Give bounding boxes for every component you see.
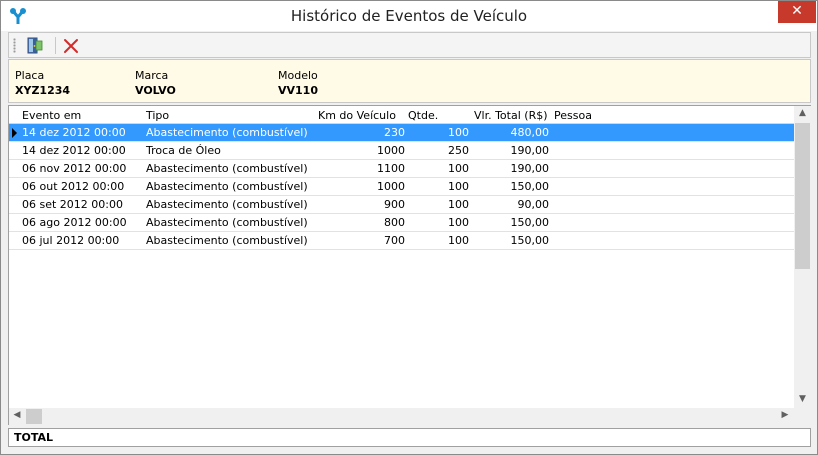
table-row[interactable]: 06 jul 2012 00:00 Abastecimento (combust…: [9, 232, 794, 250]
close-button[interactable]: ✕: [778, 1, 816, 23]
column-header-km[interactable]: Km do Veículo: [318, 109, 396, 122]
window-title: Histórico de Eventos de Veículo: [290, 7, 528, 25]
current-row-arrow-icon: [12, 128, 17, 138]
vertical-scrollbar[interactable]: ▲ ▼: [794, 106, 811, 408]
cell-km: 800: [384, 216, 405, 229]
plate-label: Placa: [15, 69, 45, 82]
scroll-right-arrow-icon[interactable]: ▶: [779, 410, 791, 420]
cell-km: 900: [384, 198, 405, 211]
toolbar-separator: [55, 37, 56, 54]
table-row[interactable]: 06 ago 2012 00:00 Abastecimento (combust…: [9, 214, 794, 232]
cell-tipo: Abastecimento (combustível): [146, 216, 308, 229]
scrollbar-corner: [794, 408, 811, 425]
cell-evento: 06 set 2012 00:00: [22, 198, 123, 211]
scroll-up-arrow-icon[interactable]: ▲: [794, 108, 811, 118]
vertical-scroll-thumb[interactable]: [795, 123, 810, 269]
column-header-total[interactable]: Vlr. Total (R$): [474, 109, 548, 122]
cell-km: 1100: [377, 162, 405, 175]
total-label: TOTAL: [14, 431, 54, 444]
cell-tipo: Abastecimento (combustível): [146, 162, 308, 175]
table-row[interactable]: 14 dez 2012 00:00 Troca de Óleo 1000 250…: [9, 142, 794, 160]
horizontal-scrollbar[interactable]: ◀ ▶: [9, 408, 794, 425]
cell-total: 150,00: [510, 234, 550, 247]
cell-evento: 06 out 2012 00:00: [22, 180, 125, 193]
brand-label: Marca: [135, 69, 169, 82]
cell-evento: 06 ago 2012 00:00: [22, 216, 127, 229]
cell-km: 1000: [377, 144, 405, 157]
cell-total: 190,00: [510, 162, 550, 175]
horizontal-scroll-thumb[interactable]: [26, 409, 42, 424]
column-header-tipo[interactable]: Tipo: [146, 109, 169, 122]
cell-qtde: 100: [448, 198, 469, 211]
toolbar: [8, 32, 811, 58]
totals-bar: TOTAL: [8, 428, 811, 447]
cell-qtde: 100: [448, 234, 469, 247]
cell-qtde: 100: [448, 216, 469, 229]
cell-tipo: Abastecimento (combustível): [146, 198, 308, 211]
scroll-down-arrow-icon[interactable]: ▼: [794, 394, 811, 404]
exit-door-icon[interactable]: [25, 36, 45, 56]
model-value: VV110: [278, 84, 318, 97]
table-row[interactable]: 06 set 2012 00:00 Abastecimento (combust…: [9, 196, 794, 214]
events-grid: Evento em Tipo Km do Veículo Qtde. Vlr. …: [8, 105, 811, 425]
cell-qtde: 250: [448, 144, 469, 157]
cell-km: 1000: [377, 180, 405, 193]
title-bar[interactable]: Histórico de Eventos de Veículo ✕: [1, 1, 817, 31]
table-row[interactable]: 14 dez 2012 00:00 Abastecimento (combust…: [9, 124, 794, 142]
cell-km: 230: [384, 126, 405, 139]
column-header-pessoa[interactable]: Pessoa: [554, 109, 592, 122]
delete-x-icon[interactable]: [61, 36, 81, 56]
cell-qtde: 100: [448, 180, 469, 193]
vehicle-info-panel: Placa XYZ1234 Marca VOLVO Modelo VV110: [8, 59, 811, 103]
column-header-qtde[interactable]: Qtde.: [408, 109, 438, 122]
cell-tipo: Abastecimento (combustível): [146, 180, 308, 193]
toolbar-grip[interactable]: [13, 38, 16, 53]
cell-evento: 06 nov 2012 00:00: [22, 162, 127, 175]
cell-evento: 14 dez 2012 00:00: [22, 126, 126, 139]
scroll-left-arrow-icon[interactable]: ◀: [11, 410, 23, 420]
cell-total: 150,00: [510, 180, 550, 193]
cell-evento: 14 dez 2012 00:00: [22, 144, 126, 157]
cell-total: 190,00: [510, 144, 550, 157]
column-header-evento[interactable]: Evento em: [22, 109, 81, 122]
table-row[interactable]: 06 out 2012 00:00 Abastecimento (combust…: [9, 178, 794, 196]
cell-total: 150,00: [510, 216, 550, 229]
plate-value: XYZ1234: [15, 84, 71, 97]
cell-total: 90,00: [517, 198, 550, 211]
table-row[interactable]: 06 nov 2012 00:00 Abastecimento (combust…: [9, 160, 794, 178]
event-history-window: Histórico de Eventos de Veículo ✕ Placa …: [0, 0, 818, 455]
cell-evento: 06 jul 2012 00:00: [22, 234, 120, 247]
brand-value: VOLVO: [135, 84, 176, 97]
cell-tipo: Abastecimento (combustível): [146, 126, 308, 139]
cell-qtde: 100: [448, 162, 469, 175]
cell-tipo: Abastecimento (combustível): [146, 234, 308, 247]
grid-header: Evento em Tipo Km do Veículo Qtde. Vlr. …: [9, 106, 794, 124]
cell-km: 700: [384, 234, 405, 247]
cell-tipo: Troca de Óleo: [146, 144, 221, 157]
model-label: Modelo: [278, 69, 318, 82]
cell-total: 480,00: [510, 126, 550, 139]
cell-qtde: 100: [448, 126, 469, 139]
